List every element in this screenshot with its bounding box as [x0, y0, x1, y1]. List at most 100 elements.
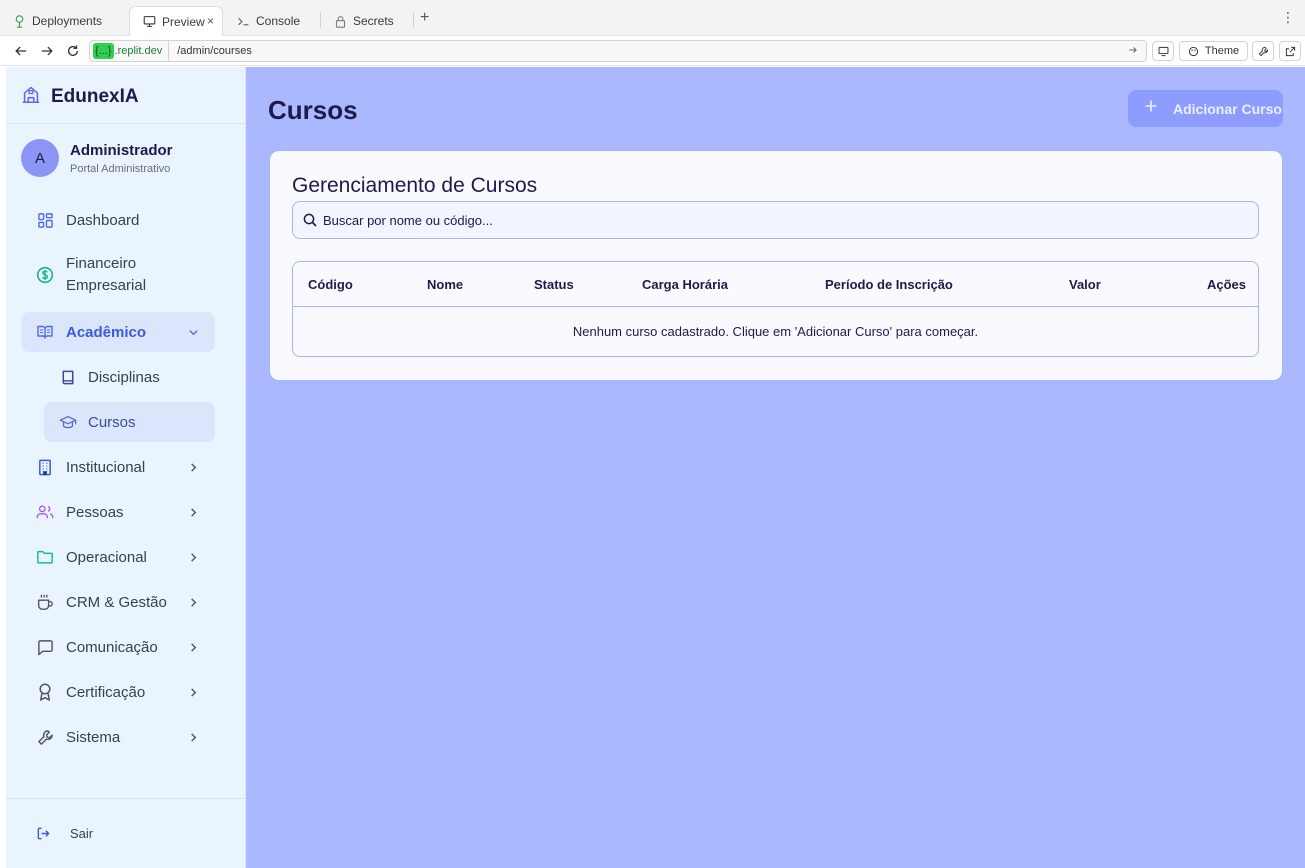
- sidebar-item-operacional[interactable]: Operacional: [21, 537, 215, 577]
- book-open-icon: [36, 323, 54, 341]
- reload-icon[interactable]: [64, 42, 82, 60]
- empty-state-message: Nenhum curso cadastrado. Clique em 'Adic…: [572, 324, 979, 339]
- user-profile[interactable]: A Administrador Portal Administrativo: [21, 139, 173, 177]
- tab-label: Deployments: [32, 14, 103, 28]
- sidebar-item-label: Acadêmico: [66, 323, 147, 341]
- sidebar-subitem-disciplinas[interactable]: Disciplinas: [44, 357, 215, 397]
- new-tab-button[interactable]: +: [420, 10, 429, 26]
- sidebar-item-label: Pessoas: [66, 503, 124, 521]
- coffee-icon: [36, 593, 54, 611]
- sidebar: EdunexIA A Administrador Portal Administ…: [6, 67, 246, 868]
- url-host-text: .replit.dev: [114, 45, 163, 57]
- tab-secrets[interactable]: Secrets: [321, 6, 413, 36]
- tab-deployments[interactable]: Deployments: [0, 6, 128, 36]
- column-header-periodo-inscricao[interactable]: Período de Inscrição: [825, 277, 953, 292]
- column-header-carga-horaria[interactable]: Carga Horária: [642, 277, 728, 292]
- tab-label: Console: [256, 14, 301, 28]
- column-header-valor[interactable]: Valor: [1069, 277, 1101, 292]
- palette-icon: [1188, 46, 1198, 56]
- chevron-right-icon[interactable]: [187, 686, 199, 698]
- sidebar-item-label: Financeiro Empresarial: [66, 255, 147, 294]
- users-icon: [36, 503, 54, 521]
- add-course-button[interactable]: Adicionar Curso: [1128, 90, 1283, 127]
- chevron-right-icon[interactable]: [187, 596, 199, 608]
- back-arrow-icon[interactable]: [12, 42, 30, 60]
- go-arrow-icon[interactable]: [1128, 45, 1146, 58]
- sidebar-item-label: Comunicação: [66, 638, 158, 656]
- sidebar-item-financeiro[interactable]: Financeiro Empresarial: [21, 247, 215, 303]
- search-box: [292, 201, 1259, 239]
- plus-icon: [1145, 100, 1157, 112]
- user-name: Administrador: [70, 141, 173, 159]
- tab-console[interactable]: Console: [224, 6, 320, 36]
- chevron-right-icon[interactable]: [187, 506, 199, 518]
- open-new-window-button[interactable]: [1279, 41, 1301, 61]
- url-host-badge: {...}: [93, 43, 114, 59]
- devtools-button[interactable]: [1252, 41, 1274, 61]
- logout-label: Sair: [70, 825, 94, 841]
- wrench-icon: [1258, 46, 1268, 56]
- device-preview-button[interactable]: [1152, 41, 1174, 61]
- sidebar-subitem-label: Disciplinas: [88, 368, 160, 386]
- chevron-right-icon[interactable]: [187, 641, 199, 653]
- brand[interactable]: EdunexIA: [20, 83, 139, 110]
- logout-icon: [35, 825, 51, 841]
- building-icon: [36, 458, 54, 476]
- chevron-right-icon[interactable]: [187, 551, 199, 563]
- menu-icon[interactable]: ⋮: [1281, 10, 1295, 24]
- sidebar-item-certificacao[interactable]: Certificação: [21, 672, 215, 712]
- sidebar-item-dashboard[interactable]: Dashboard: [21, 200, 215, 240]
- search-input[interactable]: [323, 202, 1223, 238]
- folder-icon: [36, 548, 54, 566]
- main-content: Cursos Adicionar Curso Gerenciamento de …: [246, 67, 1305, 868]
- lock-icon: [333, 14, 347, 28]
- url-field[interactable]: {...} .replit.dev /admin/courses: [89, 40, 1147, 62]
- chevron-down-icon[interactable]: [187, 326, 199, 338]
- close-icon[interactable]: ×: [207, 15, 214, 27]
- deployments-icon: [12, 14, 26, 28]
- monitor-icon: [142, 15, 156, 29]
- tab-divider: [413, 12, 414, 28]
- sidebar-item-label: Institucional: [66, 458, 146, 476]
- column-header-codigo[interactable]: Código: [308, 277, 353, 292]
- add-course-label: Adicionar Curso: [1173, 100, 1282, 117]
- tab-preview[interactable]: Preview ×: [129, 6, 223, 36]
- sidebar-item-label: Certificação: [66, 683, 146, 701]
- divider: [6, 123, 245, 124]
- sidebar-item-crm[interactable]: CRM & Gestão: [21, 582, 215, 622]
- url-path: /admin/courses: [177, 45, 252, 57]
- sidebar-item-label: Operacional: [66, 548, 147, 566]
- sidebar-item-sistema[interactable]: Sistema: [21, 717, 215, 757]
- sidebar-subitem-cursos[interactable]: Cursos: [44, 402, 215, 442]
- card-title: Gerenciamento de Cursos: [292, 174, 538, 197]
- theme-button[interactable]: Theme: [1179, 41, 1248, 61]
- wrench-icon: [36, 728, 54, 746]
- monitor-icon: [1158, 46, 1168, 56]
- chevron-right-icon[interactable]: [187, 461, 199, 473]
- forward-arrow-icon[interactable]: [38, 42, 56, 60]
- column-header-nome[interactable]: Nome: [427, 277, 463, 292]
- external-link-icon: [1285, 46, 1295, 56]
- user-role: Portal Administrativo: [70, 162, 171, 175]
- sidebar-item-label: Sistema: [66, 728, 121, 746]
- sidebar-item-label: CRM & Gestão: [66, 593, 167, 611]
- sidebar-item-pessoas[interactable]: Pessoas: [21, 492, 215, 532]
- dashboard-icon: [36, 211, 54, 229]
- tab-label: Preview: [162, 14, 205, 29]
- sidebar-item-academico[interactable]: Acadêmico: [21, 312, 215, 352]
- courses-table: Código Nome Status Carga Horária Período…: [292, 261, 1259, 357]
- column-header-status[interactable]: Status: [534, 277, 574, 292]
- logout-button[interactable]: Sair: [21, 819, 215, 847]
- sidebar-item-comunicacao[interactable]: Comunicação: [21, 627, 215, 667]
- search-icon: [303, 213, 317, 227]
- theme-label: Theme: [1204, 45, 1240, 57]
- chevron-right-icon[interactable]: [187, 731, 199, 743]
- school-icon: [20, 83, 42, 110]
- browser-tab-bar: Deployments Preview × Console Secrets + …: [0, 0, 1305, 36]
- award-icon: [36, 683, 54, 701]
- page-title: Cursos: [268, 95, 358, 125]
- column-header-acoes[interactable]: Ações: [1207, 277, 1246, 292]
- sidebar-item-institucional[interactable]: Institucional: [21, 447, 215, 487]
- brand-name: EdunexIA: [51, 85, 139, 107]
- url-host: {...} .replit.dev: [90, 41, 170, 61]
